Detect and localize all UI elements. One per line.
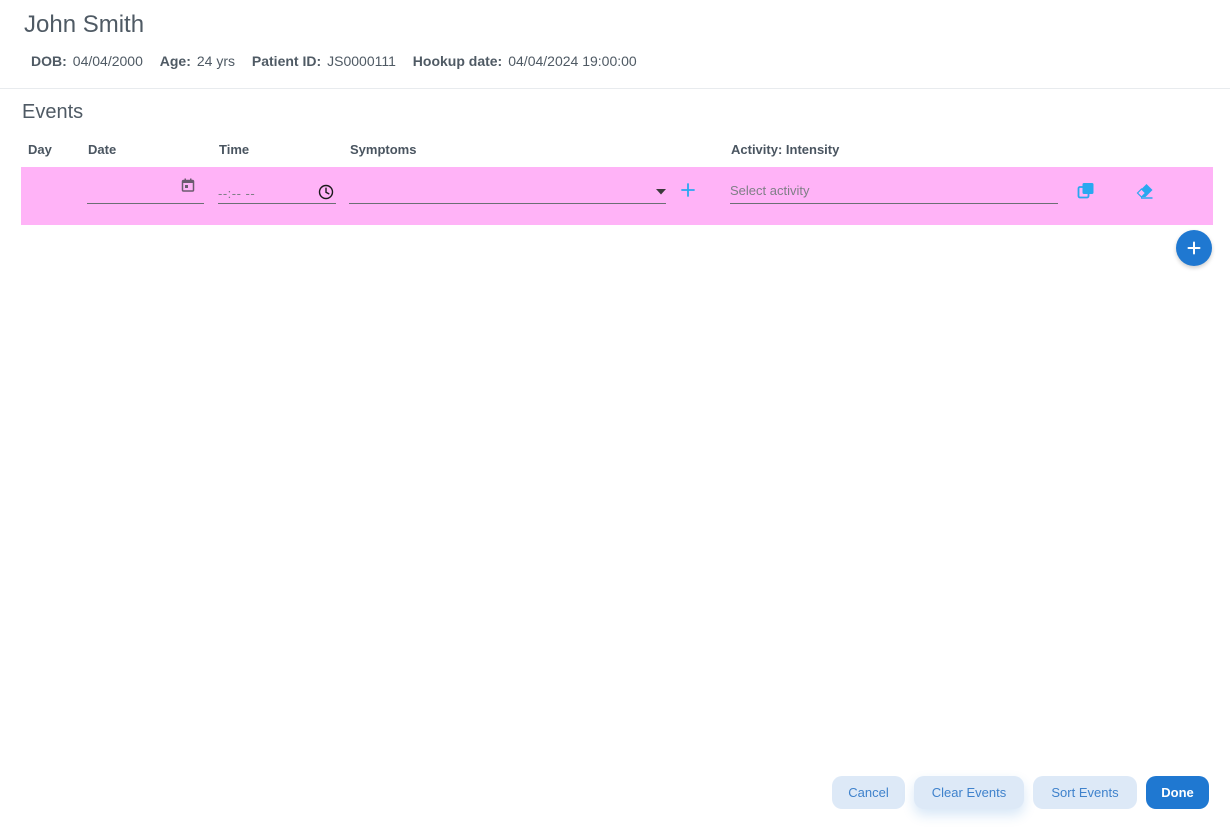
column-header-date: Date xyxy=(88,142,117,157)
add-symptom-plus-icon[interactable] xyxy=(681,183,695,197)
column-header-time: Time xyxy=(219,142,250,157)
activity-select[interactable]: Select activity xyxy=(730,181,1058,204)
age-value: 24 yrs xyxy=(196,53,235,69)
time-placeholder: --:-- -- xyxy=(218,186,256,201)
plus-circle-icon xyxy=(1187,241,1201,255)
add-event-button[interactable] xyxy=(1176,230,1212,266)
clock-icon[interactable] xyxy=(318,184,334,200)
column-header-activity: Activity: Intensity xyxy=(731,142,840,157)
patient-meta: DOB: 04/04/2000 Age: 24 yrs Patient ID: JS0… xyxy=(31,53,650,69)
patient-id-value: JS0000111 xyxy=(327,53,396,69)
patient-name: John Smith xyxy=(24,11,145,38)
column-header-symptoms: Symptoms xyxy=(350,142,417,157)
age-label: Age: xyxy=(159,53,191,69)
dob-label: DOB: xyxy=(31,53,67,69)
hookup-date-label: Hookup date: xyxy=(412,53,503,69)
caret-down-icon xyxy=(656,189,666,195)
event-row: --:-- -- Select activity xyxy=(21,167,1213,225)
cancel-button[interactable]: Cancel xyxy=(832,776,905,809)
dob-value: 04/04/2000 xyxy=(72,53,143,69)
sort-events-button[interactable]: Sort Events xyxy=(1033,776,1137,809)
patient-id-label: Patient ID: xyxy=(251,53,322,69)
column-header-day: Day xyxy=(28,142,52,157)
calendar-icon[interactable] xyxy=(181,178,195,192)
hookup-date-value: 04/04/2024 19:00:00 xyxy=(508,53,637,69)
symptoms-select[interactable] xyxy=(349,181,666,204)
patient-header: John Smith DOB: 04/04/2000 Age: 24 yrs Pat… xyxy=(0,0,1230,89)
events-title: Events xyxy=(22,101,84,123)
activity-placeholder: Select activity xyxy=(730,183,810,198)
eraser-icon[interactable] xyxy=(1136,182,1154,200)
done-button[interactable]: Done xyxy=(1146,776,1209,809)
copy-icon[interactable] xyxy=(1077,182,1095,200)
clear-events-button[interactable]: Clear Events xyxy=(914,776,1024,809)
